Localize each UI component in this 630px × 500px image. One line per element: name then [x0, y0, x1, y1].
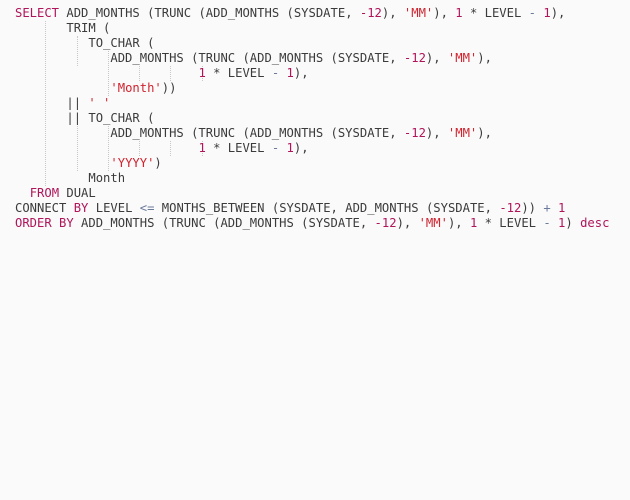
code-text: * LEVEL [462, 6, 529, 20]
code-text: ), [425, 51, 448, 65]
number-literal: 1 [286, 66, 294, 80]
operator: - [543, 216, 551, 230]
sql-keyword: desc [580, 216, 610, 230]
code-text: LEVEL [88, 201, 140, 215]
string-literal: 'MM' [447, 51, 478, 65]
string-literal: 'Month' [110, 81, 162, 95]
operator: + [543, 201, 551, 215]
number-literal: -12 [359, 6, 382, 20]
code-text: ), [396, 216, 419, 230]
code-line[interactable]: 1 * LEVEL - 1), [15, 141, 609, 156]
code-text: ), [293, 66, 309, 80]
code-text: MONTHS_BETWEEN (SYSDATE, ADD_MONTHS (SYS… [154, 201, 500, 215]
code-line[interactable]: ORDER BY ADD_MONTHS (TRUNC (ADD_MONTHS (… [15, 216, 609, 231]
code-text: ), [293, 141, 309, 155]
code-line[interactable]: || ' ' [15, 96, 609, 111]
operator: <= [139, 201, 155, 215]
number-literal: -12 [403, 51, 426, 65]
number-literal: -12 [403, 126, 426, 140]
code-line[interactable]: ADD_MONTHS (TRUNC (ADD_MONTHS (SYSDATE, … [15, 51, 609, 66]
code-line[interactable]: FROM DUAL [15, 186, 609, 201]
code-line[interactable]: TO_CHAR ( [15, 36, 609, 51]
code-line[interactable]: Month [15, 171, 609, 186]
code-text: )) [161, 81, 177, 95]
number-literal: -12 [374, 216, 397, 230]
string-literal: ' ' [88, 96, 111, 110]
operator: - [528, 6, 537, 20]
code-text: TO_CHAR ( [15, 36, 155, 50]
code-text: ) [154, 156, 162, 170]
code-text: ADD_MONTHS (TRUNC (ADD_MONTHS (SYSDATE, [15, 126, 404, 140]
code-text: Month [15, 171, 126, 185]
code-text: ), [433, 6, 456, 20]
code-text: ), [381, 6, 404, 20]
code-text: * LEVEL [477, 216, 544, 230]
code-text: * LEVEL [205, 66, 272, 80]
code-text: ), [550, 6, 566, 20]
number-literal: 1 [198, 66, 206, 80]
number-literal: 1 [543, 6, 551, 20]
code-text: || TO_CHAR ( [15, 111, 155, 125]
code-content[interactable]: SELECT ADD_MONTHS (TRUNC (ADD_MONTHS (SY… [15, 6, 609, 231]
code-line[interactable]: 1 * LEVEL - 1), [15, 66, 609, 81]
code-line[interactable]: SELECT ADD_MONTHS (TRUNC (ADD_MONTHS (SY… [15, 6, 609, 21]
number-literal: 1 [286, 141, 294, 155]
string-literal: 'MM' [447, 126, 478, 140]
sql-keyword: SELECT [15, 6, 60, 20]
string-literal: 'YYYY' [110, 156, 155, 170]
code-line[interactable]: 'Month')) [15, 81, 609, 96]
number-literal: 1 [455, 6, 463, 20]
code-line[interactable]: ADD_MONTHS (TRUNC (ADD_MONTHS (SYSDATE, … [15, 126, 609, 141]
sql-keyword: FROM [29, 186, 60, 200]
sql-keyword: ORDER BY [15, 216, 74, 230]
string-literal: 'MM' [418, 216, 448, 230]
code-text: * LEVEL [205, 141, 272, 155]
code-text: ), [477, 126, 492, 140]
number-literal: 1 [198, 141, 206, 155]
code-text: || [15, 96, 89, 110]
code-text: )) [521, 201, 544, 215]
code-text: ADD_MONTHS (TRUNC (ADD_MONTHS (SYSDATE, [59, 6, 360, 20]
code-text: ), [447, 216, 470, 230]
code-line[interactable]: TRIM ( [15, 21, 609, 36]
code-text: ADD_MONTHS (TRUNC (ADD_MONTHS (SYSDATE, [15, 51, 404, 65]
code-text: DUAL [59, 186, 96, 200]
code-text: TRIM ( [15, 21, 111, 35]
string-literal: 'MM' [403, 6, 434, 20]
code-text: ADD_MONTHS (TRUNC (ADD_MONTHS (SYSDATE, [73, 216, 375, 230]
sql-code-editor[interactable]: SELECT ADD_MONTHS (TRUNC (ADD_MONTHS (SY… [0, 0, 630, 500]
code-text: ), [425, 126, 448, 140]
code-line[interactable]: || TO_CHAR ( [15, 111, 609, 126]
code-text: CONNECT [15, 201, 74, 215]
number-literal: -12 [499, 201, 522, 215]
sql-keyword: BY [73, 201, 89, 215]
code-line[interactable]: 'YYYY') [15, 156, 609, 171]
number-literal: 1 [558, 201, 566, 215]
code-line[interactable]: CONNECT BY LEVEL <= MONTHS_BETWEEN (SYSD… [15, 201, 609, 216]
code-text: ) [565, 216, 581, 230]
code-text: ), [477, 51, 492, 65]
